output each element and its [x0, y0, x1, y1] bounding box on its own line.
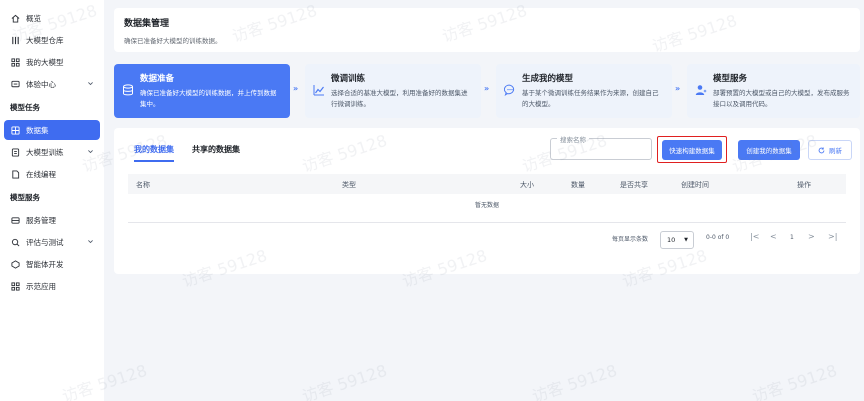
step-desc: 确保已准备好大模型的训练数据，并上传到数据集中。	[140, 89, 277, 108]
sidebar-item-label: 我的大模型	[26, 57, 64, 67]
tab-shared-datasets[interactable]: 共享的数据集	[192, 144, 240, 162]
double-chevron-right-icon: »	[484, 84, 489, 93]
step-title: 微调训练	[331, 74, 366, 84]
sidebar-item-my-models[interactable]: 我的大模型	[4, 52, 100, 72]
prev-page-icon[interactable]: <	[770, 232, 777, 241]
double-chevron-right-icon: »	[293, 84, 298, 93]
page-title: 数据集管理	[124, 19, 170, 29]
table-header: 名称 类型 大小 数量 是否共享 创建时间 操作	[128, 174, 846, 194]
chevron-down-icon	[87, 80, 94, 89]
code-icon	[10, 169, 20, 179]
column-shared: 是否共享	[620, 181, 648, 189]
create-dataset-label: 创建我的数据集	[746, 147, 792, 155]
column-created: 创建时间	[681, 181, 709, 189]
chart-icon	[313, 84, 325, 96]
highlight-box	[657, 136, 727, 163]
home-icon	[10, 13, 20, 23]
main-content: 数据集管理 确保已准备好大模型的训练数据。 数据准备 确保已准备好大模型的训练数…	[108, 0, 864, 401]
refresh-button[interactable]: 刷新	[808, 140, 852, 160]
step-generate-model[interactable]: 生成我的模型 基于某个微调训练任务结果作为来源，创建自己的大模型。	[496, 64, 672, 118]
sidebar-item-model-training[interactable]: 大模型训练	[4, 142, 100, 162]
page-header: 数据集管理 确保已准备好大模型的训练数据。	[114, 8, 860, 52]
rows-per-page-label: 每页显示条数	[612, 236, 649, 243]
train-icon	[10, 147, 20, 157]
sidebar-item-datasets[interactable]: 数据集	[4, 120, 100, 140]
double-chevron-right-icon: »	[675, 84, 680, 93]
sidebar-item-label: 示范应用	[26, 281, 56, 291]
sidebar-item-agent-dev[interactable]: 智能体开发	[4, 254, 100, 274]
step-model-service[interactable]: 模型服务 部署预置的大模型或自己的大模型，发布成服务接口以及调用代码。	[687, 64, 860, 118]
sidebar-item-label: 智能体开发	[26, 259, 64, 269]
sidebar-item-label: 大模型仓库	[26, 35, 64, 45]
sidebar-item-overview[interactable]: 概览	[4, 8, 100, 28]
refresh-icon	[818, 147, 825, 154]
grid-icon	[10, 35, 20, 45]
table-empty-message: 暂无数据	[474, 202, 499, 209]
column-type: 类型	[342, 181, 356, 189]
agent-icon	[10, 259, 20, 269]
column-count: 数量	[571, 181, 585, 189]
caret-down-icon: ▼	[684, 237, 688, 243]
sidebar-item-label: 数据集	[26, 125, 49, 135]
dataset-tabs: 我的数据集 共享的数据集	[134, 144, 258, 162]
sidebar-item-label: 在线编程	[26, 169, 56, 179]
evaluate-icon	[10, 237, 20, 247]
sidebar-item-service-management[interactable]: 服务管理	[4, 210, 100, 230]
pagination-range: 0-0 of 0	[706, 234, 730, 241]
sidebar-item-experience[interactable]: 体验中心	[4, 74, 100, 94]
first-page-icon[interactable]: |<	[750, 232, 759, 241]
apps-icon	[10, 57, 20, 67]
rows-per-page-value: 10	[667, 236, 676, 244]
step-desc: 选择合适的基准大模型，利用准备好的数据集进行微调训练。	[331, 89, 468, 108]
sidebar-item-label: 大模型训练	[26, 147, 64, 157]
next-page-icon[interactable]: >	[808, 232, 815, 241]
column-size: 大小	[520, 181, 534, 189]
divider	[128, 222, 846, 223]
database-icon	[122, 84, 134, 96]
step-data-prep[interactable]: 数据准备 确保已准备好大模型的训练数据，并上传到数据集中。	[114, 64, 290, 118]
step-desc: 基于某个微调训练任务结果作为来源，创建自己的大模型。	[522, 89, 659, 108]
step-fine-tune[interactable]: 微调训练 选择合适的基准大模型，利用准备好的数据集进行微调训练。	[305, 64, 481, 118]
step-title: 生成我的模型	[522, 74, 574, 84]
nav-group-model-services: 模型服务	[10, 193, 40, 202]
step-title: 模型服务	[713, 74, 748, 84]
column-name: 名称	[136, 181, 150, 189]
column-actions: 操作	[797, 181, 811, 189]
apps-icon	[10, 281, 20, 291]
sidebar-item-label: 评估与测试	[26, 237, 64, 247]
step-desc: 部署预置的大模型或自己的大模型，发布成服务接口以及调用代码。	[713, 89, 850, 108]
sidebar-item-demo-apps[interactable]: 示范应用	[4, 276, 100, 296]
chevron-down-icon	[87, 148, 94, 157]
sidebar-item-label: 服务管理	[26, 215, 56, 225]
step-title: 数据准备	[140, 74, 175, 84]
last-page-icon[interactable]: >|	[828, 232, 837, 241]
workflow-steps: 数据准备 确保已准备好大模型的训练数据，并上传到数据集中。 » 微调训练 选择合…	[114, 64, 860, 118]
refresh-label: 刷新	[829, 147, 842, 155]
server-icon	[10, 215, 20, 225]
dataset-panel: 我的数据集 共享的数据集 搜索名称 快速构建数据集 创建我的数据集 刷新 名称 …	[114, 128, 860, 274]
tab-my-datasets[interactable]: 我的数据集	[134, 144, 174, 162]
sidebar-item-label: 体验中心	[26, 79, 56, 89]
sidebar-item-model-repo[interactable]: 大模型仓库	[4, 30, 100, 50]
nav-group-model-tasks: 模型任务	[10, 103, 40, 112]
search-field[interactable]: 搜索名称	[550, 134, 652, 160]
chat-icon	[10, 79, 20, 89]
chevron-down-icon	[87, 238, 94, 247]
sidebar-item-label: 概览	[26, 13, 41, 23]
create-dataset-button[interactable]: 创建我的数据集	[738, 140, 800, 160]
current-page[interactable]: 1	[790, 234, 794, 241]
database-icon	[10, 125, 20, 135]
rows-per-page-select[interactable]: 10 ▼	[660, 231, 694, 249]
page-subtitle: 确保已准备好大模型的训练数据。	[124, 37, 222, 45]
chat-bubble-icon	[503, 84, 516, 97]
search-label: 搜索名称	[557, 134, 589, 144]
user-service-icon	[695, 84, 707, 96]
sidebar: 概览 大模型仓库 我的大模型 体验中心 模型任务 数据集 大模型训练 在线编程 …	[0, 0, 104, 401]
sidebar-item-online-coding[interactable]: 在线编程	[4, 164, 100, 184]
sidebar-item-evaluation[interactable]: 评估与测试	[4, 232, 100, 252]
